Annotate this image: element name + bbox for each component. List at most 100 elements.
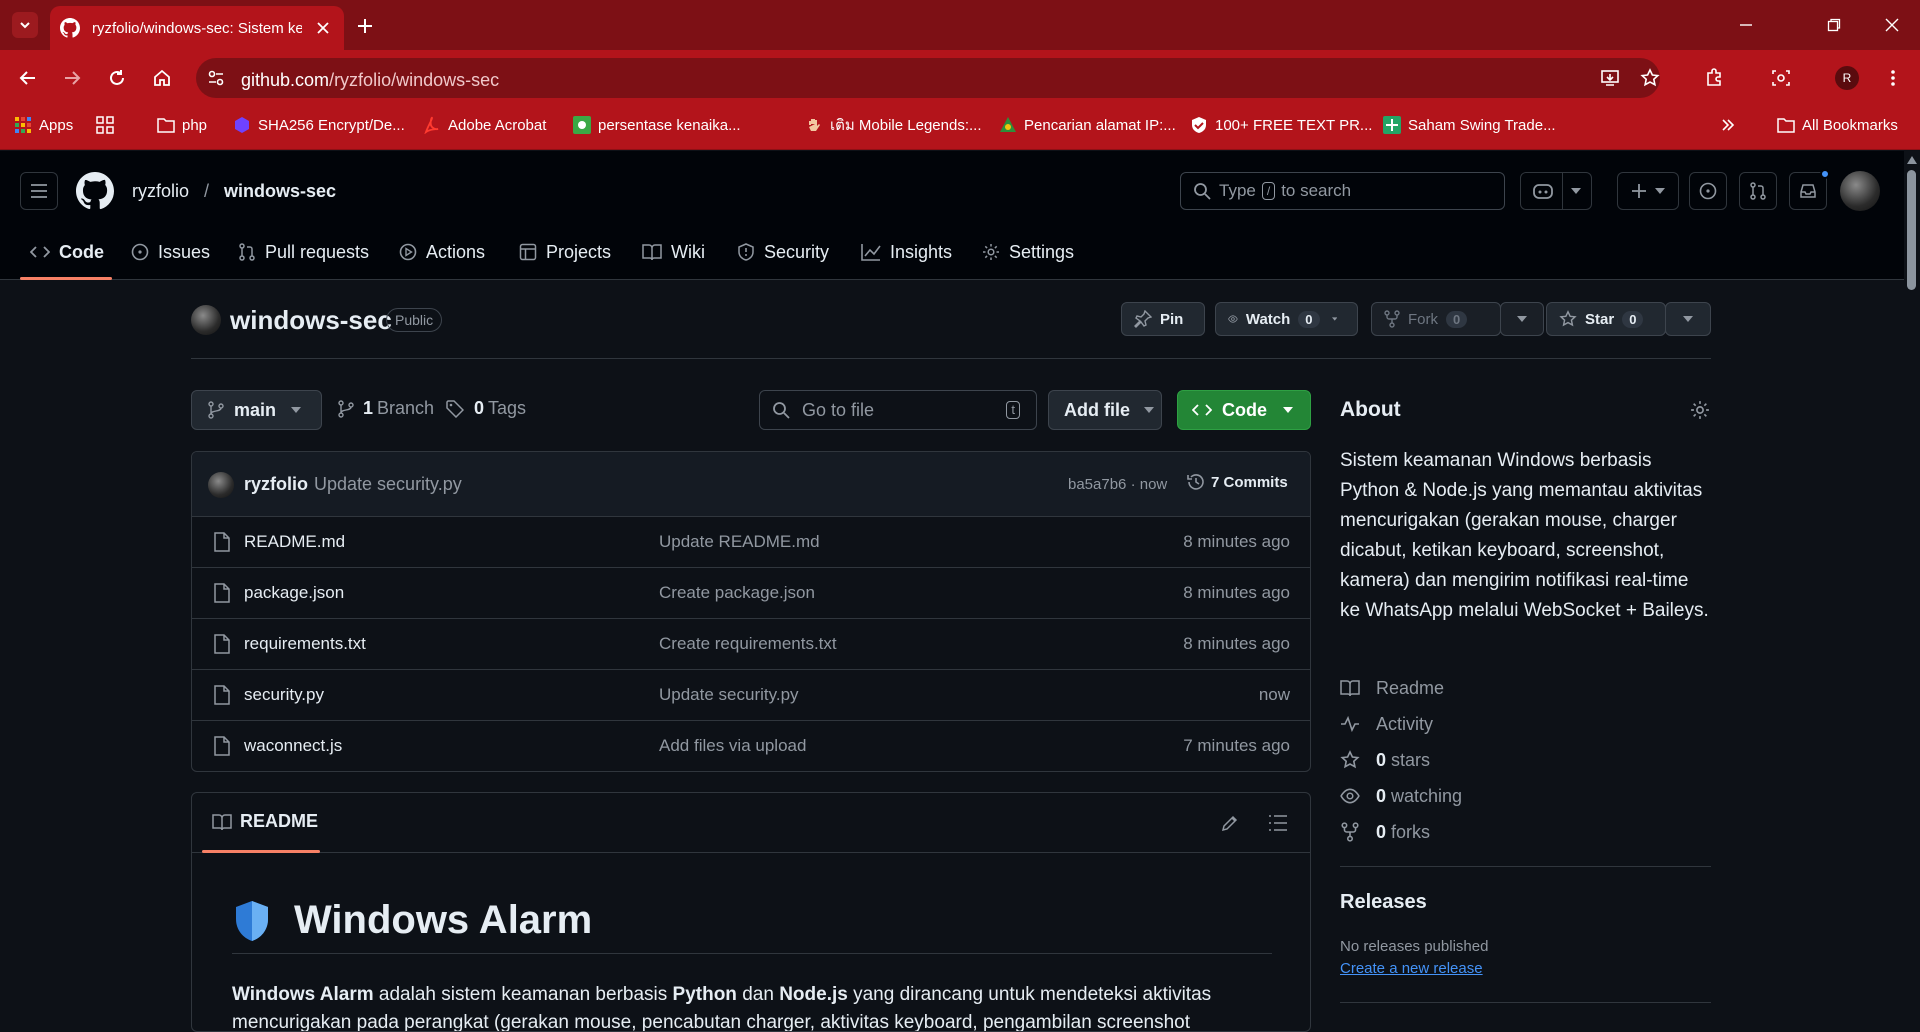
bookmark-apps[interactable]: Apps [14,114,73,136]
new-tab-button[interactable] [352,13,378,39]
file-commit-message[interactable]: Create requirements.txt [659,634,837,654]
reload-button[interactable] [103,64,131,92]
gear-icon[interactable] [1690,400,1710,420]
bookmark-saham[interactable]: Saham Swing Trade... [1383,114,1556,136]
releases-heading[interactable]: Releases [1340,891,1427,914]
extensions-icon[interactable] [1700,64,1728,92]
history-icon [1187,474,1204,490]
restore-button[interactable] [1814,10,1854,40]
inbox-button[interactable] [1789,169,1830,210]
global-menu-button[interactable] [20,172,58,210]
tab-close-button[interactable] [312,17,334,39]
scroll-up-arrow-icon[interactable] [1907,156,1917,164]
commits-link[interactable]: 7 Commits [1186,472,1288,492]
tab-security[interactable]: Security [737,238,829,266]
bookmarks-overflow-button[interactable] [1719,114,1744,136]
minimize-button[interactable] [1726,10,1766,40]
address-url[interactable]: github.com/ryzfolio/windows-sec [241,70,499,91]
bookmark-free-text[interactable]: 100+ FREE TEXT PR... [1190,114,1372,136]
watch-button[interactable]: Watch 0 [1215,302,1358,336]
create-release-link[interactable]: Create a new release [1340,960,1483,977]
site-info-icon[interactable] [202,64,230,92]
tab-search-button[interactable] [12,12,38,38]
tab-code[interactable]: Code [30,238,104,266]
go-to-file-input[interactable]: Go to file t [759,390,1037,430]
screenshot-tool-icon[interactable] [1767,64,1795,92]
commit-author-avatar[interactable] [208,472,234,498]
file-commit-message[interactable]: Update security.py [659,685,799,705]
fork-button[interactable]: Fork 0 [1371,302,1501,336]
github-logo[interactable] [76,172,114,210]
issues-button[interactable] [1689,172,1727,210]
copilot-button[interactable] [1520,172,1592,210]
add-file-button[interactable]: Add file [1048,390,1162,430]
tab-actions[interactable]: Actions [399,238,485,266]
install-app-icon[interactable] [1596,64,1624,92]
user-avatar[interactable] [1840,171,1880,211]
readme-tab[interactable]: README [212,811,318,832]
commit-author[interactable]: ryzfolio [244,474,308,495]
forward-button[interactable] [58,64,86,92]
pencil-icon[interactable] [1220,813,1240,833]
home-button[interactable] [148,64,176,92]
bookmark-persentase[interactable]: persentase kenaika... [573,114,741,136]
bookmark-star-icon[interactable] [1636,64,1664,92]
stars-link[interactable]: 0 stars [1340,748,1430,772]
code-clone-button[interactable]: Code [1177,390,1311,430]
create-new-button[interactable] [1617,172,1679,210]
bookmark-grid[interactable] [96,114,121,136]
breadcrumb-repo[interactable]: windows-sec [224,181,336,202]
file-row[interactable]: requirements.txt Create requirements.txt… [192,619,1310,670]
activity-link[interactable]: Activity [1340,712,1433,736]
profile-avatar[interactable]: R [1835,66,1859,90]
close-window-button[interactable] [1872,10,1912,40]
global-search-input[interactable]: Type / to search [1180,172,1505,210]
bookmark-ip-lookup[interactable]: Pencarian alamat IP:... [999,114,1176,136]
tab-wiki[interactable]: Wiki [642,238,705,266]
tags-link[interactable]: 0 Tags [446,398,526,419]
browser-tab-active[interactable]: ryzfolio/windows-sec: Sistem keamanan Wi… [50,6,344,50]
repo-name[interactable]: windows-sec [230,305,392,336]
file-row[interactable]: README.md Update README.md 8 minutes ago [192,517,1310,568]
branch-selector[interactable]: main [191,390,322,430]
browser-menu-icon[interactable] [1879,64,1907,92]
star-button[interactable]: Star 0 [1546,302,1666,336]
readme-link[interactable]: Readme [1340,676,1444,700]
pin-button[interactable]: Pin [1121,302,1205,336]
commit-message[interactable]: Update security.py [314,474,462,495]
watching-link[interactable]: 0 watching [1340,784,1462,808]
file-name[interactable]: README.md [244,532,345,552]
commit-hash-time[interactable]: ba5a7b6 · now [1068,476,1167,493]
branches-link[interactable]: 1 Branch [338,398,434,419]
tab-issues[interactable]: Issues [131,238,210,266]
bookmark-mobile-legends[interactable]: เติม Mobile Legends:... [805,114,982,136]
file-row[interactable]: security.py Update security.py now [192,670,1310,721]
file-row[interactable]: package.json Create package.json 8 minut… [192,568,1310,619]
fork-dropdown-button[interactable] [1500,302,1544,336]
star-dropdown-button[interactable] [1665,302,1711,336]
bookmark-php[interactable]: php [157,114,207,136]
tab-pull-requests[interactable]: Pull requests [238,238,369,266]
forks-link[interactable]: 0 forks [1340,820,1430,844]
back-button[interactable] [14,64,42,92]
file-name[interactable]: waconnect.js [244,736,342,756]
tab-settings[interactable]: Settings [982,238,1074,266]
file-name[interactable]: requirements.txt [244,634,366,654]
breadcrumb-owner[interactable]: ryzfolio [132,181,189,202]
scrollbar-thumb[interactable] [1907,170,1916,290]
file-name[interactable]: package.json [244,583,344,603]
file-name[interactable]: security.py [244,685,324,705]
bookmark-acrobat[interactable]: Adobe Acrobat [423,114,546,136]
all-bookmarks-button[interactable]: All Bookmarks [1777,114,1898,136]
list-outline-icon[interactable] [1268,814,1288,832]
file-commit-message[interactable]: Create package.json [659,583,815,603]
shield-icon [738,243,754,261]
pull-requests-button[interactable] [1739,172,1777,210]
bookmark-sha256[interactable]: SHA256 Encrypt/De... [233,114,405,136]
file-row[interactable]: waconnect.js Add files via upload 7 minu… [192,721,1310,771]
tab-insights[interactable]: Insights [861,238,952,266]
file-commit-message[interactable]: Update README.md [659,532,820,552]
file-commit-message[interactable]: Add files via upload [659,736,806,756]
repo-owner-avatar[interactable] [191,305,221,335]
tab-projects[interactable]: Projects [519,238,611,266]
